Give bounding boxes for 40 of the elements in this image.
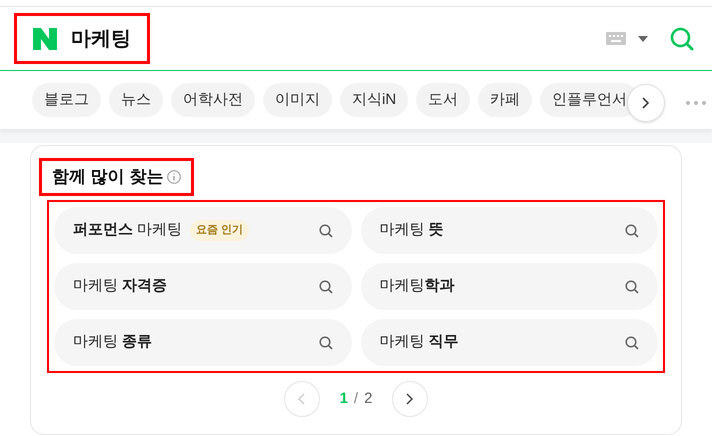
current-page: 1 [340,388,348,409]
category-tab[interactable]: 뉴스 [109,83,163,117]
caret-icon[interactable] [638,36,648,42]
popular-badge: 요즘 인기 [190,220,250,241]
suggestion-item[interactable]: 마케팅 자격증 [54,263,352,310]
search-icon[interactable] [318,280,332,294]
suggestion-item[interactable]: 마케팅학과 [360,263,658,310]
suggestion-text: 마케팅 뜻 [380,220,444,240]
search-icon[interactable] [318,336,332,350]
logo-icon[interactable] [33,28,57,50]
search-query[interactable]: 마케팅 [71,24,131,54]
chevron-right-icon [406,393,414,405]
chevron-left-icon [298,393,306,405]
suggestion-text: 퍼포먼스 마케팅 [73,220,182,240]
total-pages: 2 [364,388,372,409]
suggestion-item[interactable]: 마케팅 직무 [360,319,658,366]
category-tab[interactable]: 이미지 [263,83,332,117]
category-tab[interactable]: 어학사전 [171,83,255,117]
info-icon[interactable] [167,170,182,184]
suggestion-item[interactable]: 마케팅 종류 [54,319,352,366]
search-icon[interactable] [670,26,694,50]
more-icon[interactable] [686,101,706,105]
suggestion-text: 마케팅학과 [380,276,454,296]
category-tab[interactable]: 카페 [478,83,532,117]
category-tab[interactable]: 도서 [416,83,470,117]
page-separator: / [354,388,358,409]
search-icon[interactable] [625,224,639,238]
search-icon[interactable] [625,280,639,294]
section-title: 함께 많이 찾는 [52,166,164,188]
suggestion-text: 마케팅 직무 [380,332,459,352]
category-tab[interactable]: 블로그 [32,83,101,117]
suggestion-text: 마케팅 종류 [73,332,152,352]
chevron-right-icon [642,97,650,109]
search-icon[interactable] [625,336,639,350]
suggestion-text: 마케팅 자격증 [73,276,168,296]
suggestion-item[interactable]: 퍼포먼스 마케팅 요즘 인기 [54,207,352,254]
category-tab[interactable]: 지식iN [340,83,408,117]
suggestion-item[interactable]: 마케팅 뜻 [360,207,658,254]
search-icon[interactable] [318,224,332,238]
keyboard-icon[interactable] [606,32,626,45]
